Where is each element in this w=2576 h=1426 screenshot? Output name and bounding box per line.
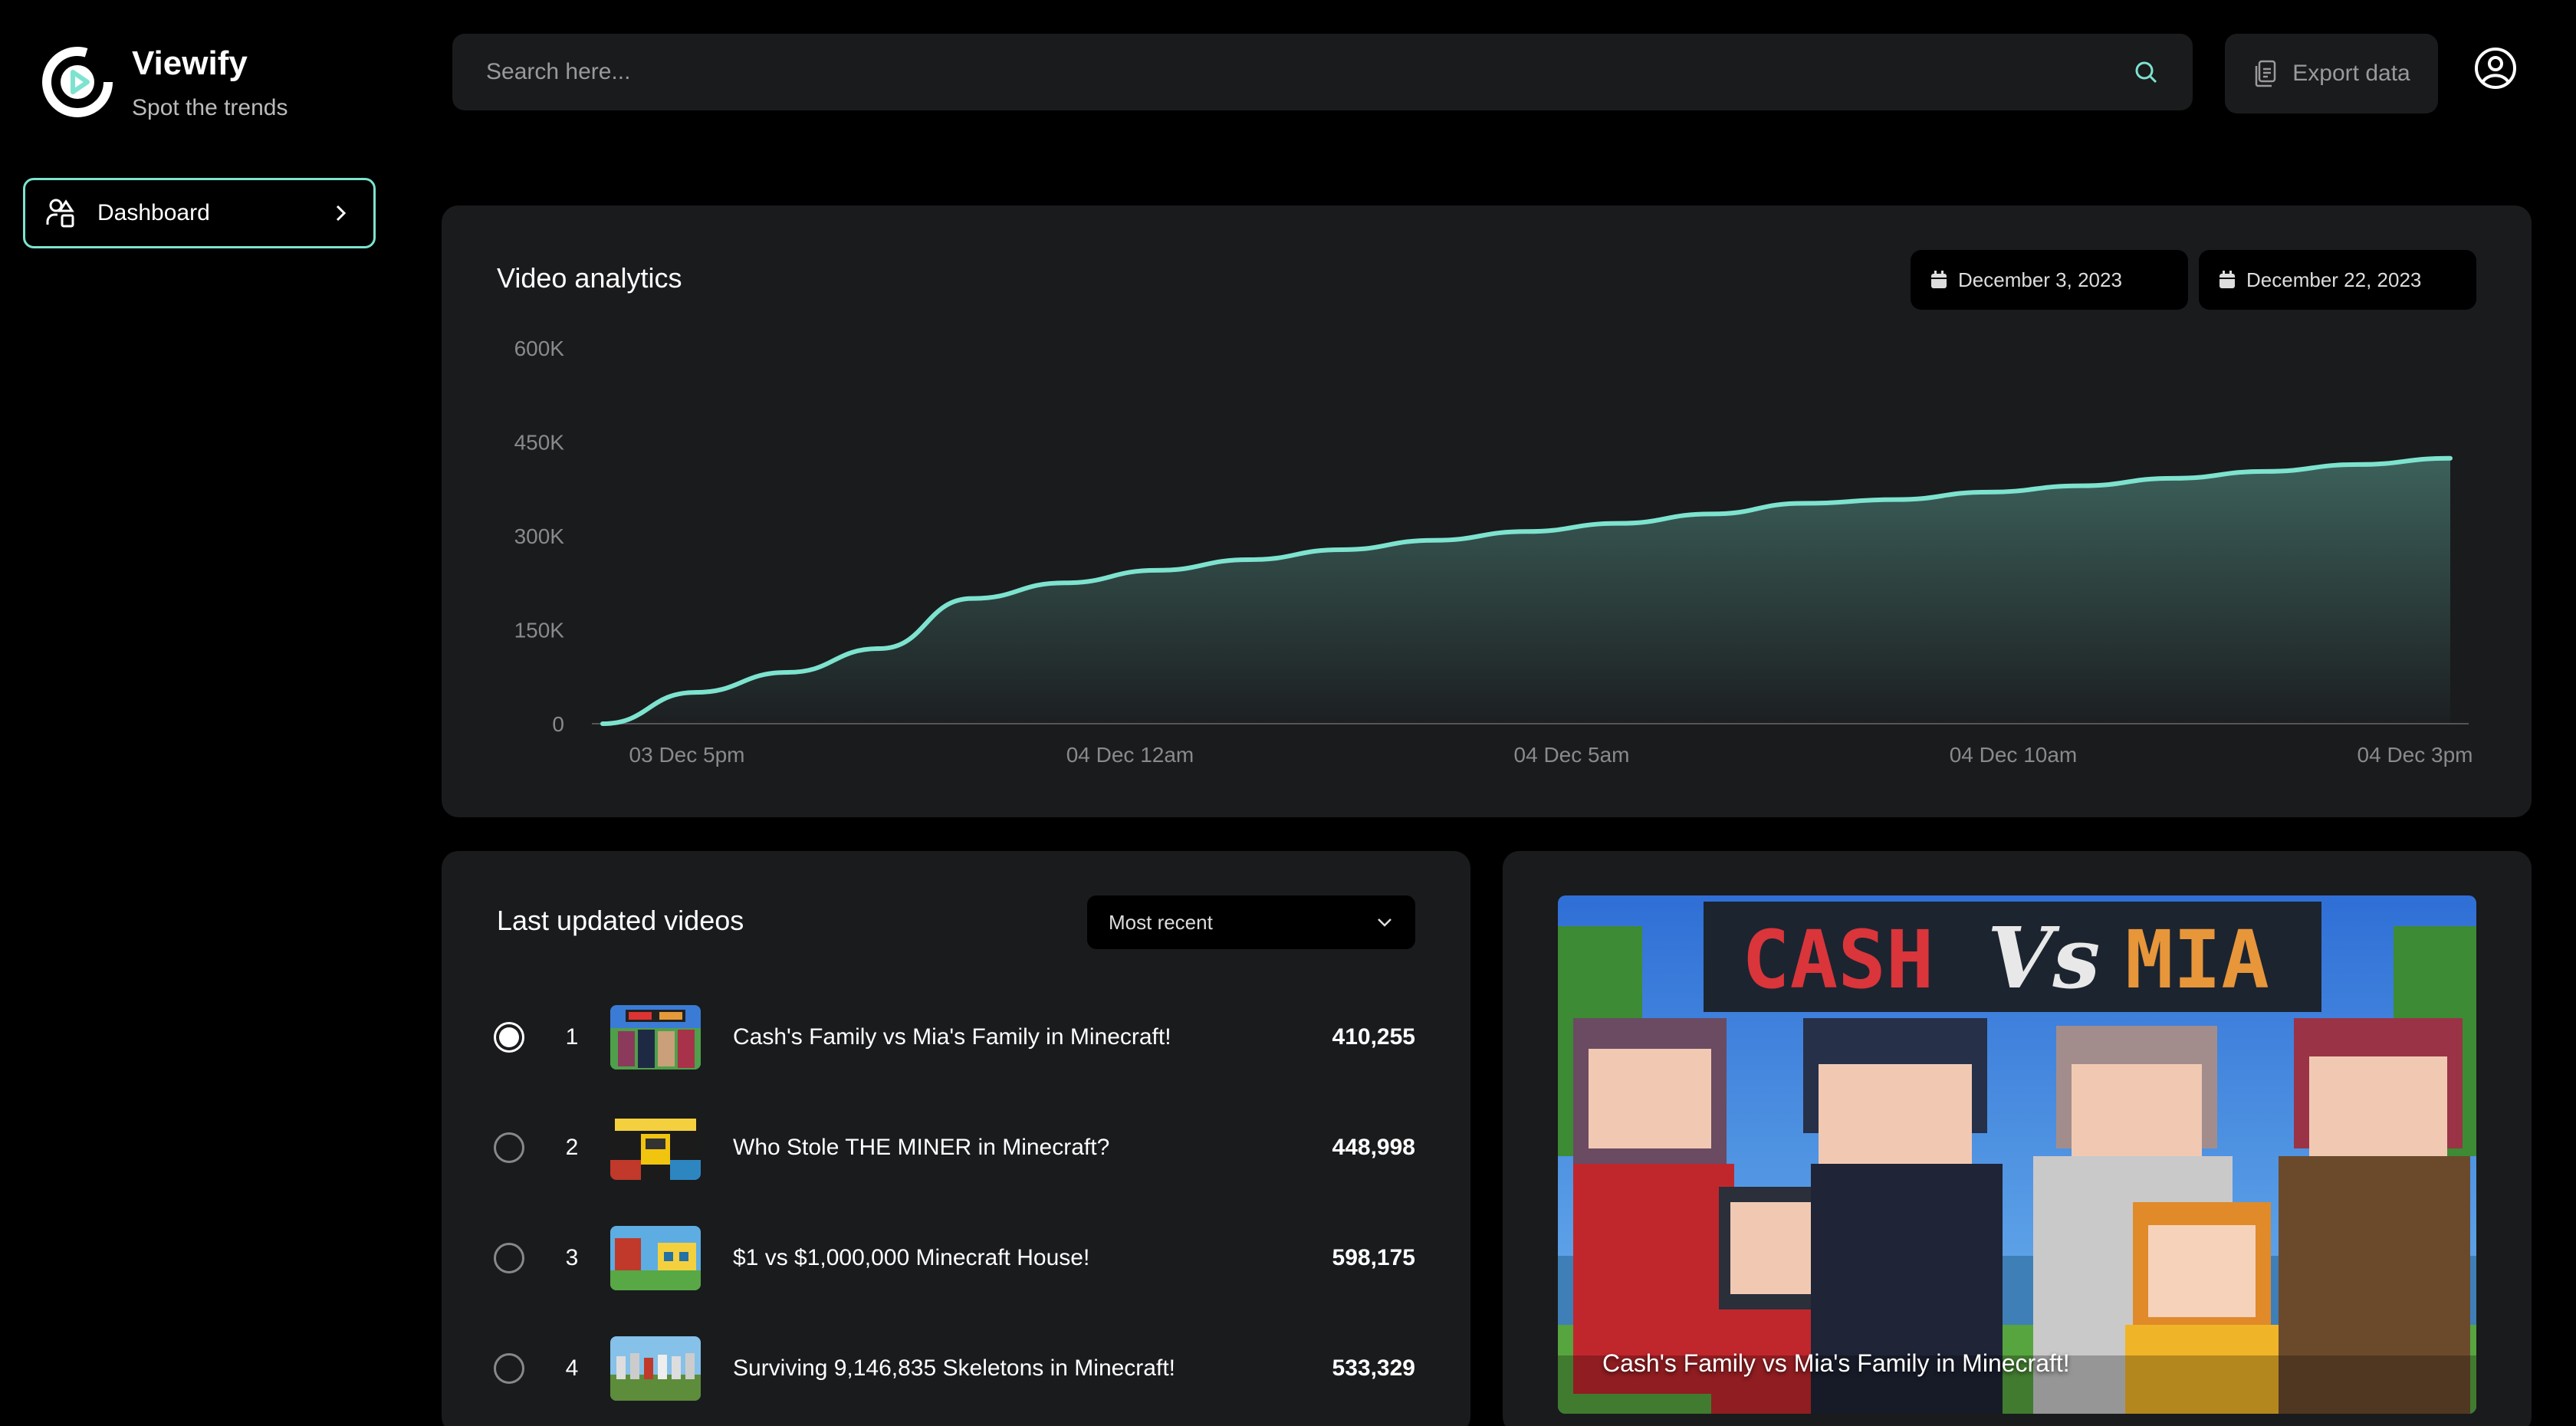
chevron-right-icon xyxy=(330,203,350,223)
views-area-chart: 0 150K 300K 450K 600K 03 Dec 5pm 04 Dec 12am 04… xyxy=(514,337,2473,767)
x-tick-label: 04 Dec 10am xyxy=(1950,743,2078,767)
sidebar-item-dashboard[interactable]: Dashboard xyxy=(23,178,376,248)
video-title: $1 vs $1,000,000 Minecraft House! xyxy=(733,1245,1090,1270)
banner-vs-text: Vs xyxy=(1987,909,2100,1007)
search-input[interactable] xyxy=(486,59,2133,85)
y-tick-label: 600K xyxy=(514,337,565,360)
views-area-fill xyxy=(603,458,2450,724)
chevron-down-icon xyxy=(1375,913,1394,932)
dashboard-icon xyxy=(45,197,77,229)
date-to-label: December 22, 2023 xyxy=(2246,268,2422,291)
sidebar-item-label: Dashboard xyxy=(97,200,210,225)
featured-video-thumbnail[interactable]: CASH Vs MIA xyxy=(1558,895,2476,1414)
video-views: 533,329 xyxy=(1332,1355,1415,1381)
video-title: Who Stole THE MINER in Minecraft? xyxy=(733,1135,1110,1160)
calendar-icon xyxy=(2219,271,2236,289)
video-views: 410,255 xyxy=(1332,1024,1415,1050)
viewify-logo xyxy=(41,46,113,118)
export-data-button[interactable]: Export data xyxy=(2225,34,2438,113)
date-from-label: December 3, 2023 xyxy=(1958,268,2122,291)
x-tick-label: 04 Dec 12am xyxy=(1066,743,1194,767)
sort-dropdown[interactable]: Most recent xyxy=(1087,895,1415,949)
video-title: Cash's Family vs Mia's Family in Minecra… xyxy=(733,1024,1171,1050)
video-row[interactable]: 1 Cash's Family vs Mia's Family in Minec… xyxy=(494,1003,1415,1072)
video-select-radio[interactable] xyxy=(494,1132,524,1163)
videos-title: Last updated videos xyxy=(497,905,744,936)
video-views: 598,175 xyxy=(1332,1245,1415,1270)
banner-mia-text: MIA xyxy=(2125,913,2269,1007)
x-tick-label: 04 Dec 3pm xyxy=(2358,743,2473,767)
export-file-icon xyxy=(2252,59,2279,88)
video-title: Surviving 9,146,835 Skeletons in Minecra… xyxy=(733,1355,1175,1381)
video-rank: 4 xyxy=(565,1355,579,1381)
video-row[interactable]: 2 Who Stole THE MINER in Minecraft? 448,… xyxy=(494,1113,1415,1182)
video-row[interactable]: 4 Surviving 9,146,835 Skeletons in Minec… xyxy=(494,1334,1415,1403)
video-select-radio[interactable] xyxy=(494,1022,524,1053)
analytics-title: Video analytics xyxy=(497,262,682,294)
video-thumbnail xyxy=(610,1005,701,1070)
video-thumbnail xyxy=(610,1226,701,1290)
brand-name: Viewify xyxy=(132,44,248,82)
user-avatar-icon[interactable] xyxy=(2473,46,2518,90)
date-to-picker[interactable]: December 22, 2023 xyxy=(2199,250,2476,310)
export-data-label: Export data xyxy=(2292,61,2410,86)
video-thumbnail xyxy=(610,1336,701,1401)
search-bar xyxy=(452,34,2193,110)
video-rank: 1 xyxy=(565,1024,579,1050)
video-views: 448,998 xyxy=(1332,1135,1415,1160)
video-rank: 3 xyxy=(565,1245,579,1270)
date-from-picker[interactable]: December 3, 2023 xyxy=(1911,250,2188,310)
y-tick-label: 300K xyxy=(514,524,565,548)
video-select-radio[interactable] xyxy=(494,1353,524,1384)
x-tick-label: 04 Dec 5am xyxy=(1514,743,1630,767)
y-tick-label: 150K xyxy=(514,619,565,642)
brand-tagline: Spot the trends xyxy=(132,95,288,120)
video-select-radio[interactable] xyxy=(494,1243,524,1273)
video-row[interactable]: 3 $1 vs $1,000,000 Minecraft House! 598,… xyxy=(494,1224,1415,1293)
sort-dropdown-label: Most recent xyxy=(1109,910,1213,934)
video-thumbnail xyxy=(610,1116,701,1180)
x-tick-label: 03 Dec 5pm xyxy=(629,743,745,767)
video-rank: 2 xyxy=(565,1135,579,1160)
banner-cash-text: CASH xyxy=(1742,913,1934,1007)
featured-video-caption: Cash's Family vs Mia's Family in Minecra… xyxy=(1602,1349,2070,1377)
y-tick-label: 450K xyxy=(514,431,565,455)
search-icon[interactable] xyxy=(2133,59,2159,85)
calendar-icon xyxy=(1930,271,1947,289)
y-tick-label: 0 xyxy=(552,712,564,736)
